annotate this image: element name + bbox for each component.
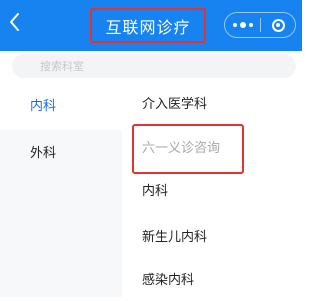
department-label: 介入医学科	[142, 97, 208, 112]
sidebar-item-internal-medicine[interactable]: 内科	[0, 83, 122, 130]
search-bar	[0, 51, 302, 83]
close-target-icon[interactable]	[261, 18, 295, 32]
search-box[interactable]	[12, 54, 296, 78]
search-input[interactable]	[12, 54, 296, 78]
mini-program-capsule	[224, 12, 296, 38]
sidebar-item-surgery[interactable]: 外科	[0, 130, 122, 177]
list-item[interactable]: 感染内科	[122, 261, 302, 301]
sidebar-item-label: 内科	[30, 99, 57, 114]
list-item[interactable]: 内科	[122, 172, 302, 212]
nav-bar: 互联网诊疗	[0, 0, 302, 51]
department-label: 六一义诊咨询	[142, 141, 221, 156]
list-item-disabled[interactable]: 六一义诊咨询	[122, 129, 302, 169]
more-dots-icon[interactable]	[225, 22, 260, 28]
sidebar-item-label: 外科	[30, 146, 57, 161]
department-list: 介入医学科 六一义诊咨询 内科 新生儿内科 感染内科	[122, 83, 302, 297]
department-label: 内科	[142, 184, 169, 199]
department-label: 感染内科	[142, 273, 195, 288]
list-item[interactable]: 新生儿内科	[122, 218, 302, 258]
list-item[interactable]: 介入医学科	[122, 85, 302, 125]
chevron-left-icon[interactable]	[6, 12, 22, 38]
category-sidebar: 内科 外科	[0, 83, 122, 297]
department-label: 新生儿内科	[142, 230, 208, 245]
page-title: 互联网诊疗	[105, 17, 191, 37]
page-title-highlight: 互联网诊疗	[90, 8, 206, 43]
